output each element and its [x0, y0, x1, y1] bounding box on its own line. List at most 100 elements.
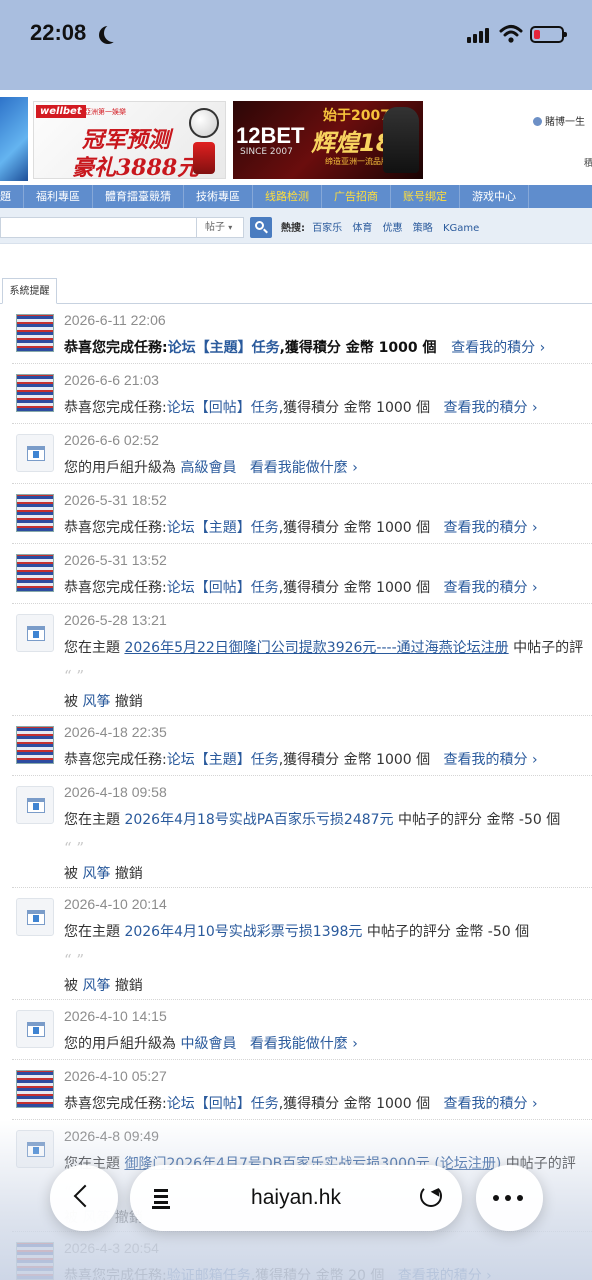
quote-mark: “ ”	[64, 667, 85, 685]
task-link[interactable]: 论坛【主題】任务	[167, 752, 279, 768]
username[interactable]: 賭博一生	[545, 117, 585, 128]
task-link[interactable]: 论坛【回帖】任务	[167, 580, 279, 596]
topic-link[interactable]: 2026年4月10号实战彩票亏损1398元	[124, 924, 362, 940]
item-message: 恭喜您完成任務:论坛【主題】任务,獲得積分 金幣 1000 個 查看我的積分 ›	[64, 517, 538, 537]
wellbet-logo: wellbet	[36, 105, 86, 118]
avatar[interactable]	[16, 726, 54, 764]
message-prefix: 恭喜您完成任務:	[64, 400, 167, 416]
item-date: 2026-4-10 14:15	[64, 1008, 167, 1024]
search-type-value: 帖子	[205, 222, 225, 233]
revoked-line: 被 风筝 撤銷	[64, 975, 143, 995]
avatar[interactable]	[16, 494, 54, 532]
view-points-link[interactable]: 查看我的積分 ›	[444, 520, 538, 536]
nav-item-tech[interactable]: 技術專區	[184, 185, 253, 208]
item-message: 您的用戶組升級為 高級會員 看看我能做什麼 ›	[64, 457, 358, 477]
message-prefix: 恭喜您完成任務:	[64, 1096, 167, 1112]
reload-icon[interactable]	[420, 1185, 442, 1207]
hot-link-strategy[interactable]: 策略	[413, 223, 433, 234]
wellbet-prize: 豪礼3888元	[72, 155, 200, 179]
main-nav: 題 福利專區 體育擂臺競猜 技術專區 线路检测 广告招商 账号绑定 游戏中心	[0, 185, 592, 208]
view-points-link[interactable]: 查看我的積分 ›	[444, 400, 538, 416]
item-message: 恭喜您完成任務:论坛【回帖】任务,獲得積分 金幣 1000 個 查看我的積分 ›	[64, 1093, 538, 1113]
revoker-link[interactable]: 风筝	[82, 866, 110, 882]
user-group-link[interactable]: 高級會員	[180, 460, 236, 476]
nav-item[interactable]: 題	[0, 185, 24, 208]
trophy-icon	[193, 142, 215, 174]
message-prefix: 您在主題	[64, 812, 120, 828]
user-menu[interactable]: 賭博一生	[533, 113, 585, 128]
topic-link[interactable]: 2026年4月18号实战PA百家乐亏损2487元	[124, 812, 393, 828]
view-points-link[interactable]: 查看我的積分 ›	[451, 340, 545, 356]
partial-banner-ad[interactable]	[0, 97, 28, 181]
more-button[interactable]	[476, 1165, 543, 1231]
user-group-link[interactable]: 中級會員	[180, 1036, 236, 1052]
item-date: 2026-4-10 05:27	[64, 1068, 167, 1084]
reward-text: ,獲得積分 金幣 1000 個	[278, 752, 431, 768]
view-points-link[interactable]: 查看我的積分 ›	[444, 580, 538, 596]
nav-item-line-check[interactable]: 线路检测	[253, 185, 322, 208]
12bet-since-cn: 始于2007	[323, 108, 390, 124]
view-points-link[interactable]: 查看我的積分 ›	[444, 752, 538, 768]
task-link[interactable]: 论坛【主題】任务	[168, 340, 280, 356]
search-type-select[interactable]: 帖子 ▾	[196, 217, 244, 238]
revoked-prefix: 被	[64, 978, 78, 994]
nav-item-sports-quiz[interactable]: 體育擂臺競猜	[93, 185, 184, 208]
avatar[interactable]	[16, 1070, 54, 1108]
hot-link-promo[interactable]: 优惠	[383, 223, 403, 234]
reward-text: ,獲得積分 金幣 1000 個	[279, 340, 437, 356]
item-date: 2026-4-18 22:35	[64, 724, 167, 740]
avatar[interactable]	[16, 314, 54, 352]
address-bar[interactable]: haiyan.hk	[130, 1165, 462, 1231]
nav-item-ads[interactable]: 广告招商	[322, 185, 391, 208]
revoker-link[interactable]: 风筝	[82, 694, 110, 710]
wifi-icon	[499, 25, 523, 43]
nav-item-bind-account[interactable]: 账号绑定	[391, 185, 460, 208]
search-button[interactable]	[250, 217, 272, 238]
revoked-line: 被 风筝 撤銷	[64, 863, 143, 883]
back-button[interactable]	[50, 1165, 118, 1231]
task-link[interactable]: 论坛【回帖】任务	[167, 1096, 279, 1112]
battery-icon	[530, 26, 567, 43]
task-link[interactable]: 论坛【回帖】任务	[167, 400, 279, 416]
chevron-down-icon: ▾	[228, 223, 233, 232]
moon-icon	[104, 24, 122, 42]
list-item: 2026-4-18 09:58 您在主題 2026年4月18号实战PA百家乐亏损2…	[12, 776, 592, 888]
nav-item-welfare[interactable]: 福利專區	[24, 185, 93, 208]
item-date: 2026-4-18 09:58	[64, 784, 167, 800]
hot-link-baccarat[interactable]: 百家乐	[312, 223, 342, 234]
message-prefix: 恭喜您完成任務:	[64, 752, 167, 768]
url-text: haiyan.hk	[251, 1186, 341, 1209]
revoker-link[interactable]: 风筝	[82, 978, 110, 994]
reward-text: ,獲得積分 金幣 1000 個	[278, 1096, 431, 1112]
notice-icon	[16, 786, 54, 824]
more-icon	[493, 1195, 523, 1201]
nav-item-games[interactable]: 游戏中心	[460, 185, 529, 208]
hot-link-kgame[interactable]: KGame	[443, 223, 479, 234]
avatar[interactable]	[16, 374, 54, 412]
hot-link-sports[interactable]: 体育	[352, 223, 372, 234]
search-input[interactable]	[0, 217, 196, 238]
item-message: 您在主題 2026年4月10号实战彩票亏损1398元 中帖子的評分 金幣 -50…	[64, 921, 529, 941]
notice-icon	[16, 1010, 54, 1048]
view-points-link[interactable]: 查看我的積分 ›	[444, 1096, 538, 1112]
item-message: 您在主題 2026年5月22日御隆门公司提款3926元----通过海燕论坛注册 …	[64, 637, 583, 657]
message-prefix: 您的用戶組升級為	[64, 1036, 176, 1052]
avatar[interactable]	[16, 554, 54, 592]
list-item: 2026-5-31 18:52 恭喜您完成任務:论坛【主題】任务,獲得積分 金幣 …	[12, 484, 592, 544]
hot-search-label: 熱搜:	[281, 223, 305, 234]
topic-link[interactable]: 2026年5月22日御隆门公司提款3926元----通过海燕论坛注册	[124, 640, 508, 656]
what-can-i-do-link[interactable]: 看看我能做什麼 ›	[250, 460, 358, 476]
revoked-suffix: 撤銷	[114, 866, 143, 882]
item-date: 2026-6-6 02:52	[64, 432, 159, 448]
wellbet-banner-ad[interactable]: wellbet 亞洲第一娛樂 冠军预测 豪礼3888元	[33, 101, 226, 179]
item-date: 2026-5-28 13:21	[64, 612, 167, 628]
revoked-prefix: 被	[64, 866, 78, 882]
item-date: 2026-5-31 18:52	[64, 492, 167, 508]
hot-search: 熱搜: 百家乐 体育 优惠 策略 KGame	[281, 219, 486, 234]
list-item: 2026-5-31 13:52 恭喜您完成任務:论坛【回帖】任务,獲得積分 金幣 …	[12, 544, 592, 604]
12bet-banner-ad[interactable]: 12BET SINCE 2007 始于2007 辉煌18年 缔造亚洲一流品牌	[233, 101, 423, 179]
what-can-i-do-link[interactable]: 看看我能做什麼 ›	[250, 1036, 358, 1052]
list-item: 2026-6-11 22:06 恭喜您完成任務:论坛【主題】任务,獲得積分 金幣 …	[12, 304, 592, 364]
tab-system-notice[interactable]: 系統提醒	[2, 278, 57, 304]
task-link[interactable]: 论坛【主題】任务	[167, 520, 279, 536]
